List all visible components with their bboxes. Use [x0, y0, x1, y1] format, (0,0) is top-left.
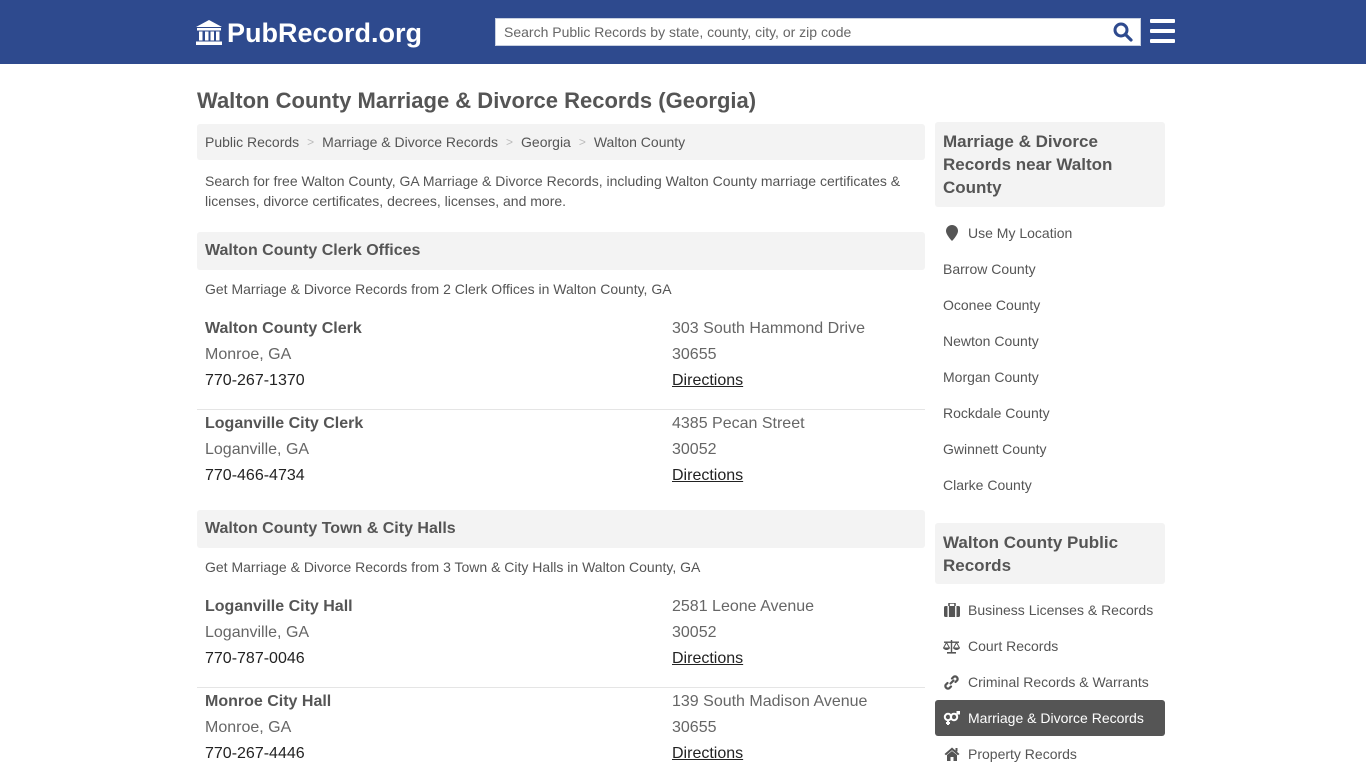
- scales-icon: [943, 638, 960, 654]
- sidebar-county-link[interactable]: Clarke County: [935, 467, 1165, 503]
- breadcrumb-separator: >: [307, 135, 315, 149]
- office-name: Monroe City Hall: [205, 693, 332, 710]
- office-address: 4385 Pecan Street: [672, 415, 805, 432]
- office-city: Loganville, GA: [205, 441, 310, 458]
- office-entry: Loganville City Hall Loganville, GA 770-…: [197, 598, 925, 688]
- sidebar-item-label: Business Licenses & Records: [968, 602, 1154, 618]
- office-entry: Loganville City Clerk Loganville, GA 770…: [197, 415, 925, 505]
- breadcrumb-separator: >: [506, 135, 514, 149]
- sidebar-county-link[interactable]: Oconee County: [935, 287, 1165, 323]
- office-address: 303 South Hammond Drive: [672, 320, 865, 337]
- sidebar-county-link[interactable]: Barrow County: [935, 251, 1165, 287]
- section-heading-city-halls: Walton County Town & City Halls: [197, 510, 925, 548]
- courthouse-icon: [196, 20, 222, 45]
- office-name: Loganville City Hall: [205, 598, 353, 615]
- office-entry: Monroe City Hall Monroe, GA 770-267-4446…: [197, 693, 925, 783]
- search-input[interactable]: [496, 19, 1106, 45]
- hamburger-icon: [1150, 19, 1175, 23]
- sidebar-county-link[interactable]: Rockdale County: [935, 395, 1165, 431]
- office-name: Loganville City Clerk: [205, 415, 364, 432]
- office-address: 139 South Madison Avenue: [672, 693, 868, 710]
- office-zip: 30052: [672, 441, 717, 458]
- map-marker-icon: [943, 225, 960, 241]
- sidebar-item-criminal-records[interactable]: Criminal Records & Warrants: [935, 664, 1165, 700]
- office-city: Loganville, GA: [205, 624, 310, 641]
- briefcase-icon: [943, 602, 960, 618]
- section-heading-clerk-offices: Walton County Clerk Offices: [197, 232, 925, 270]
- page-title: Walton County Marriage & Divorce Records…: [197, 88, 757, 113]
- office-zip: 30655: [672, 346, 717, 363]
- search-box: [495, 18, 1141, 46]
- menu-button[interactable]: [1150, 18, 1175, 44]
- sidebar-public-records-heading: Walton County Public Records: [935, 523, 1165, 584]
- office-zip: 30052: [672, 624, 717, 641]
- hamburger-icon-bar: [1150, 39, 1175, 43]
- gender-icon: [943, 710, 960, 726]
- office-city: Monroe, GA: [205, 346, 292, 363]
- hamburger-icon-bar: [1150, 29, 1175, 33]
- sidebar-county-link[interactable]: Newton County: [935, 323, 1165, 359]
- section-subtitle: Get Marriage & Divorce Records from 3 To…: [205, 559, 701, 575]
- office-address: 2581 Leone Avenue: [672, 598, 815, 615]
- directions-link[interactable]: Directions: [672, 372, 743, 390]
- breadcrumb-public-records[interactable]: Public Records: [205, 134, 299, 150]
- sidebar-item-property-records[interactable]: Property Records: [935, 736, 1165, 772]
- breadcrumb-walton-county[interactable]: Walton County: [594, 134, 685, 150]
- use-my-location-link[interactable]: Use My Location: [935, 215, 1165, 251]
- sidebar-item-label: Property Records: [968, 746, 1077, 762]
- use-my-location-label: Use My Location: [968, 225, 1073, 241]
- directions-link[interactable]: Directions: [672, 467, 743, 485]
- office-name: Walton County Clerk: [205, 320, 362, 337]
- breadcrumb-separator: >: [578, 135, 586, 149]
- sidebar-item-label: Criminal Records & Warrants: [968, 674, 1149, 690]
- breadcrumb-georgia[interactable]: Georgia: [521, 134, 571, 150]
- link-icon: [943, 674, 960, 690]
- sidebar-item-business-licenses[interactable]: Business Licenses & Records: [935, 592, 1165, 628]
- section-subtitle: Get Marriage & Divorce Records from 2 Cl…: [205, 281, 672, 297]
- site-logo[interactable]: PubRecord.org: [195, 16, 422, 50]
- logo-text: PubRecord.org: [227, 17, 423, 48]
- office-phone[interactable]: 770-267-4446: [205, 745, 305, 763]
- directions-link[interactable]: Directions: [672, 650, 743, 668]
- site-header: PubRecord.org: [0, 0, 1366, 64]
- office-city: Monroe, GA: [205, 719, 292, 736]
- sidebar-item-marriage-divorce[interactable]: Marriage & Divorce Records: [935, 700, 1165, 736]
- sidebar-item-label: Court Records: [968, 638, 1059, 654]
- search-icon: [1113, 22, 1133, 42]
- home-icon: [943, 746, 960, 762]
- sidebar-item-label: Marriage & Divorce Records: [968, 710, 1144, 726]
- breadcrumb: Public Records > Marriage & Divorce Reco…: [197, 124, 925, 160]
- office-phone[interactable]: 770-466-4734: [205, 467, 305, 485]
- office-phone[interactable]: 770-787-0046: [205, 650, 305, 668]
- search-button[interactable]: [1110, 20, 1136, 44]
- office-entry: Walton County Clerk Monroe, GA 770-267-1…: [197, 320, 925, 410]
- sidebar-nearby-heading: Marriage & Divorce Records near Walton C…: [935, 122, 1165, 207]
- sidebar-county-link[interactable]: Morgan County: [935, 359, 1165, 395]
- sidebar-county-link[interactable]: Gwinnett County: [935, 431, 1165, 467]
- sidebar-item-court-records[interactable]: Court Records: [935, 628, 1165, 664]
- office-phone[interactable]: 770-267-1370: [205, 372, 305, 390]
- directions-link[interactable]: Directions: [672, 745, 743, 763]
- breadcrumb-marriage-divorce[interactable]: Marriage & Divorce Records: [322, 134, 498, 150]
- intro-text: Search for free Walton County, GA Marria…: [205, 173, 901, 209]
- office-zip: 30655: [672, 719, 717, 736]
